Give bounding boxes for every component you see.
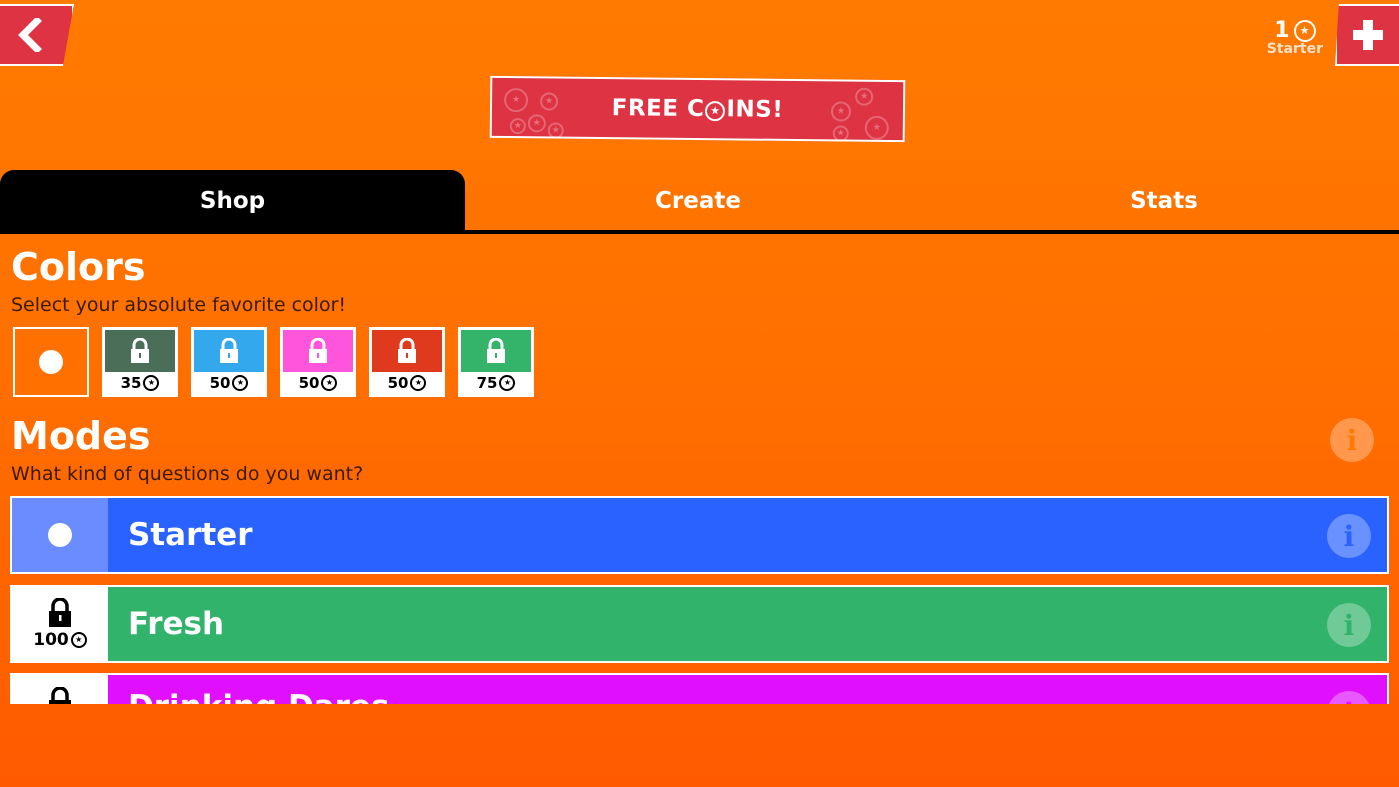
info-icon[interactable]: i [1327, 603, 1371, 647]
color-swatch-red[interactable]: 50 ★ [369, 327, 445, 397]
coin-icon: ★ [410, 375, 427, 391]
lock-icon [49, 598, 71, 627]
selected-dot [48, 523, 72, 547]
app-screen: 1 ★ Starter ★ ★ ★ ★ ★ ★ ★ ★ ★ FREE C ★ INS… [0, 0, 1399, 704]
colors-subtitle: Select your absolute favorite color! [11, 294, 347, 316]
coin-icon: ★ [70, 632, 87, 648]
coin-balance: 1 ★ Starter [1267, 18, 1323, 57]
info-icon[interactable]: i [1327, 514, 1371, 558]
swatch-price: 35 ★ [105, 372, 175, 394]
decorative-coin-icon: ★ [509, 118, 526, 135]
selected-dot [39, 350, 63, 374]
colors-title: Colors [11, 245, 146, 289]
lock-icon [131, 338, 149, 363]
modes-subtitle: What kind of questions do you want? [11, 463, 364, 485]
color-swatch-pink[interactable]: 50 ★ [280, 327, 356, 397]
tab-shop[interactable]: Shop [0, 170, 465, 230]
modes-title: Modes [11, 414, 151, 458]
decorative-coin-icon: ★ [503, 87, 529, 113]
swatch-price: 50 ★ [372, 372, 442, 394]
back-button[interactable] [0, 4, 74, 66]
mode-lock-cell [12, 675, 108, 704]
coin-icon: ★ [1293, 19, 1316, 42]
color-swatch-green[interactable]: 75 ★ [458, 327, 534, 397]
decorative-coin-icon: ★ [830, 101, 852, 122]
swatch-price: 50 ★ [194, 372, 264, 394]
mode-row-fresh[interactable]: 100 ★ Fresh i [10, 585, 1389, 663]
add-coins-button[interactable] [1335, 4, 1399, 66]
free-coins-label: FREE C ★ INS! [611, 95, 784, 123]
swatch-fill [105, 330, 175, 372]
swatch-price: 50 ★ [283, 372, 353, 394]
swatch-fill [372, 330, 442, 372]
mode-name: Fresh [108, 587, 1387, 661]
decorative-coin-icon: ★ [527, 114, 546, 133]
mode-row-drinking-dares[interactable]: Drinking Dares i [10, 673, 1389, 704]
mode-name: Drinking Dares [108, 675, 1387, 704]
color-swatch-list: 35 ★ 50 ★ 50 ★ 50 ★ 75 ★ [13, 327, 534, 397]
tab-stats[interactable]: Stats [931, 170, 1397, 230]
mode-name: Starter [108, 498, 1387, 572]
decorative-coin-icon: ★ [864, 115, 889, 141]
mode-price: 100 ★ [33, 630, 87, 650]
decorative-coin-icon: ★ [547, 122, 564, 139]
tab-bar: Shop Create Stats [0, 170, 1399, 234]
coin-icon: ★ [499, 375, 516, 391]
decorative-coin-icon: ★ [832, 125, 849, 142]
modes-info-icon[interactable]: i [1330, 418, 1374, 462]
lock-icon [309, 338, 327, 363]
swatch-fill [15, 329, 87, 395]
coin-icon: ★ [705, 100, 726, 121]
free-coins-button[interactable]: ★ ★ ★ ★ ★ ★ ★ ★ ★ FREE C ★ INS! [489, 75, 906, 143]
swatch-fill [194, 330, 264, 372]
tab-create[interactable]: Create [465, 170, 931, 230]
coin-icon: ★ [232, 375, 249, 391]
lock-icon [220, 338, 238, 363]
plus-icon [1353, 20, 1383, 50]
coin-icon: ★ [143, 375, 160, 391]
lock-icon [49, 687, 71, 704]
current-mode-label: Starter [1266, 41, 1323, 57]
swatch-fill [283, 330, 353, 372]
lock-icon [487, 338, 505, 363]
decorative-coin-icon: ★ [855, 87, 874, 106]
decorative-coin-icon: ★ [539, 92, 559, 111]
swatch-price: 75 ★ [461, 372, 531, 394]
lock-icon [398, 338, 416, 363]
swatch-fill [461, 330, 531, 372]
chevron-left-icon [18, 18, 42, 52]
color-swatch-blue[interactable]: 50 ★ [191, 327, 267, 397]
mode-lock-cell: 100 ★ [12, 587, 108, 661]
color-swatch-orange[interactable] [13, 327, 89, 397]
color-swatch-slate-green[interactable]: 35 ★ [102, 327, 178, 397]
coin-count: 1 [1274, 18, 1290, 43]
coin-icon: ★ [321, 375, 338, 391]
mode-select-cell [12, 498, 108, 572]
mode-row-starter[interactable]: Starter i [10, 496, 1389, 574]
